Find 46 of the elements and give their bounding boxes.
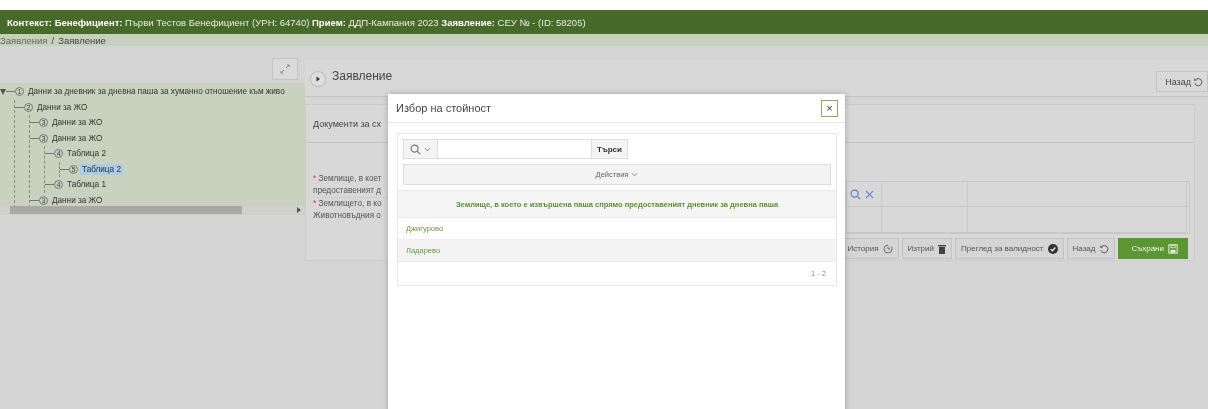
- arrow-icon[interactable]: [297, 207, 301, 213]
- field-label: Землището, в ко: [318, 199, 382, 208]
- panel-title: Заявление: [332, 69, 393, 83]
- field-label: Животновъдния о: [313, 211, 381, 220]
- search-field[interactable]: [438, 139, 591, 159]
- back-button[interactable]: Назад: [1156, 71, 1208, 92]
- tree-item[interactable]: Таблица 1: [65, 179, 108, 191]
- field-label: Землище, в коет: [318, 174, 382, 183]
- undo-icon: [1099, 243, 1110, 254]
- delete-button[interactable]: Изтрий: [901, 238, 952, 259]
- play-icon[interactable]: [310, 71, 326, 87]
- caret-icon: [424, 146, 431, 152]
- close-button[interactable]: ×: [821, 99, 838, 117]
- tree-item[interactable]: Данни за ЖО: [35, 101, 90, 113]
- back-button[interactable]: Назад: [1066, 238, 1116, 259]
- breadcrumb-item: Заявление: [58, 34, 106, 46]
- search-icon: [850, 188, 861, 200]
- tree-item[interactable]: Данни за дневник за дневна паша за хуманно отношение към живо: [26, 86, 287, 98]
- undo-icon: [1193, 76, 1203, 87]
- field-label: предоставеният д: [313, 186, 382, 195]
- breadcrumb-item[interactable]: Заявления: [0, 34, 48, 46]
- tree-item[interactable]: Данни за ЖО: [50, 132, 105, 144]
- clock-icon: [882, 243, 893, 254]
- tree-item[interactable]: Таблица 2: [80, 163, 123, 175]
- save-icon: [1168, 243, 1178, 254]
- breadcrumb-separator: /: [51, 34, 55, 46]
- required-mark: *: [313, 199, 317, 208]
- save-button[interactable]: Съхрани: [1118, 238, 1188, 259]
- caret-icon: [631, 172, 639, 177]
- tree-item[interactable]: Данни за ЖО: [50, 194, 105, 206]
- trash-icon: [938, 243, 946, 254]
- context-text: Контекст: Бенефициент: Първи Тестов Бенефициент (УРН: 64740) Прием: ДДП-Кампания 2023 Заявление: СЕУ № - (ID: 58205): [7, 16, 586, 28]
- search-icon: [410, 143, 421, 155]
- close-icon[interactable]: [865, 189, 874, 199]
- fullscreen-icon: [280, 64, 290, 74]
- search-button[interactable]: Търси: [591, 139, 628, 159]
- validate-button[interactable]: Преглед за валидност: [955, 238, 1064, 259]
- panel-title: Документи за сх: [313, 118, 382, 129]
- expand-icon[interactable]: [0, 88, 6, 95]
- check-circle-icon: [1047, 243, 1058, 254]
- tree-item[interactable]: Данни за ЖО: [50, 117, 105, 129]
- required-mark: *: [313, 174, 317, 183]
- scrollbar[interactable]: [0, 206, 305, 214]
- dialog-title: Избор на стойност: [396, 102, 492, 114]
- tree-item[interactable]: Таблица 2: [65, 148, 108, 160]
- search-options-button[interactable]: [403, 139, 438, 159]
